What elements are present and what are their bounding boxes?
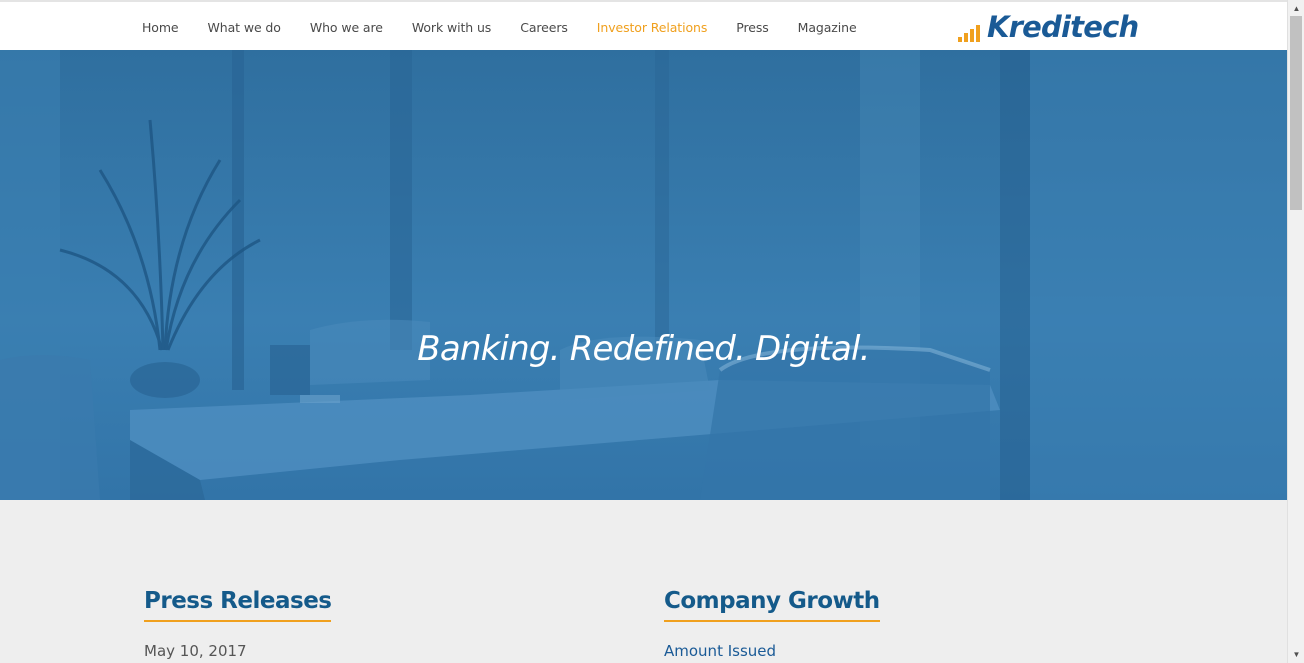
hero-office-background (0, 50, 1287, 500)
nav-investor-relations[interactable]: Investor Relations (597, 20, 708, 35)
vertical-scrollbar[interactable]: ▲ ▼ (1287, 0, 1304, 663)
main-nav: Home What we do Who we are Work with us … (142, 2, 886, 52)
nav-home[interactable]: Home (142, 20, 179, 35)
scrollbar-thumb[interactable] (1290, 16, 1302, 210)
nav-magazine[interactable]: Magazine (798, 20, 857, 35)
press-releases-heading: Press Releases (144, 588, 332, 622)
company-growth-heading: Company Growth (664, 588, 880, 622)
page: Home What we do Who we are Work with us … (0, 0, 1287, 663)
press-release-date: May 10, 2017 (144, 642, 247, 660)
press-releases-section: Press Releases May 10, 2017 (144, 588, 332, 660)
scroll-up-arrow-icon[interactable]: ▲ (1288, 4, 1304, 13)
nav-who-we-are[interactable]: Who we are (310, 20, 383, 35)
kreditech-logo[interactable]: Kreditech (958, 8, 1139, 46)
nav-careers[interactable]: Careers (520, 20, 568, 35)
nav-work-with-us[interactable]: Work with us (412, 20, 491, 35)
signal-bars-icon (958, 22, 982, 42)
top-navigation-bar: Home What we do Who we are Work with us … (0, 0, 1287, 50)
hero-banner: Banking. Redefined. Digital. (0, 50, 1287, 500)
nav-press[interactable]: Press (736, 20, 769, 35)
company-growth-section: Company Growth Amount Issued (664, 588, 880, 660)
amount-issued-link[interactable]: Amount Issued (664, 642, 880, 660)
scroll-down-arrow-icon[interactable]: ▼ (1288, 650, 1304, 659)
logo-text: Kreditech (987, 10, 1139, 44)
nav-what-we-do[interactable]: What we do (208, 20, 281, 35)
hero-tagline: Banking. Redefined. Digital. (417, 329, 870, 369)
